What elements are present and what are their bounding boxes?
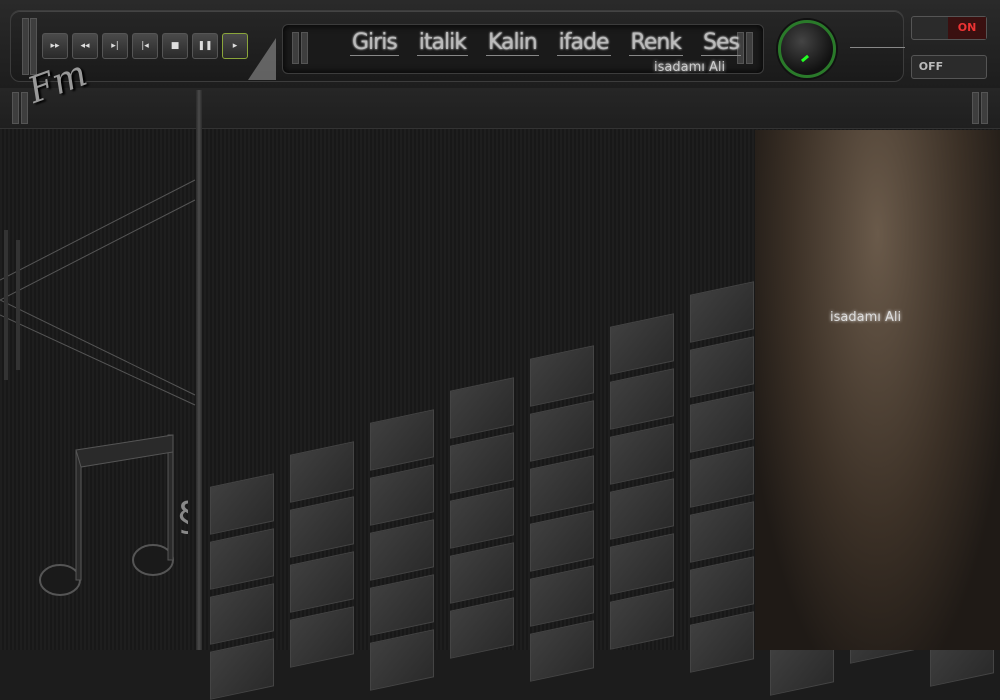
play-button[interactable]: ▸ (222, 33, 248, 59)
on-toggle[interactable]: ON (911, 16, 987, 40)
volume-slider[interactable] (850, 47, 905, 48)
photo-watermark: isadamı Ali (830, 310, 902, 325)
music-note-icon: § (39, 434, 188, 596)
pause-button[interactable]: ❚❚ (192, 33, 218, 59)
wire-lines (0, 179, 196, 406)
rewind-icon: ◂◂ (80, 41, 90, 51)
top-bar: ▸▸ ◂◂ ▸| |◂ ■ ❚❚ ▸ Giris italik Kalin if… (0, 0, 1000, 89)
strip-handle-left (12, 92, 19, 124)
next-icon: ▸| (111, 41, 119, 51)
strip-handle-right (972, 92, 979, 124)
strip-handle-left-2 (21, 92, 28, 124)
author-signature: isadamı Ali (654, 60, 726, 75)
menu-item-giris[interactable]: Giris (350, 30, 399, 56)
menu-handle-right-2 (746, 32, 753, 64)
knob-indicator-icon (800, 54, 810, 63)
volume-knob[interactable] (778, 20, 836, 78)
divider-strip (0, 88, 1000, 129)
off-label: OFF (918, 60, 944, 73)
panel-handle-left-2 (30, 18, 37, 75)
menu-handle-left (292, 32, 299, 64)
pause-icon: ❚❚ (197, 41, 213, 51)
off-toggle[interactable]: OFF (911, 55, 987, 79)
previous-button[interactable]: |◂ (132, 33, 158, 59)
volume-triangle-icon (248, 38, 276, 80)
play-icon: ▸ (232, 41, 238, 51)
menu-item-renk[interactable]: Renk (628, 30, 684, 56)
strip-handle-right-2 (981, 92, 988, 124)
next-button[interactable]: ▸| (102, 33, 128, 59)
panel-handle-left (22, 18, 29, 75)
previous-icon: |◂ (141, 41, 149, 51)
fast-forward-button[interactable]: ▸▸ (42, 33, 68, 59)
stop-icon: ■ (170, 41, 180, 51)
menu-item-ifade[interactable]: ifade (556, 30, 611, 56)
stop-button[interactable]: ■ (162, 33, 188, 59)
text-menu: Giris italik Kalin ifade Renk Ses (350, 30, 742, 56)
portrait-image (755, 130, 1000, 650)
menu-item-italik[interactable]: italik (416, 30, 468, 56)
svg-text:§: § (178, 494, 188, 540)
fast-forward-icon: ▸▸ (50, 41, 60, 51)
menu-item-ses[interactable]: Ses (701, 30, 742, 56)
on-label: ON (948, 17, 986, 39)
menu-handle-left-2 (301, 32, 308, 64)
menu-item-kalin[interactable]: Kalin (485, 30, 539, 56)
